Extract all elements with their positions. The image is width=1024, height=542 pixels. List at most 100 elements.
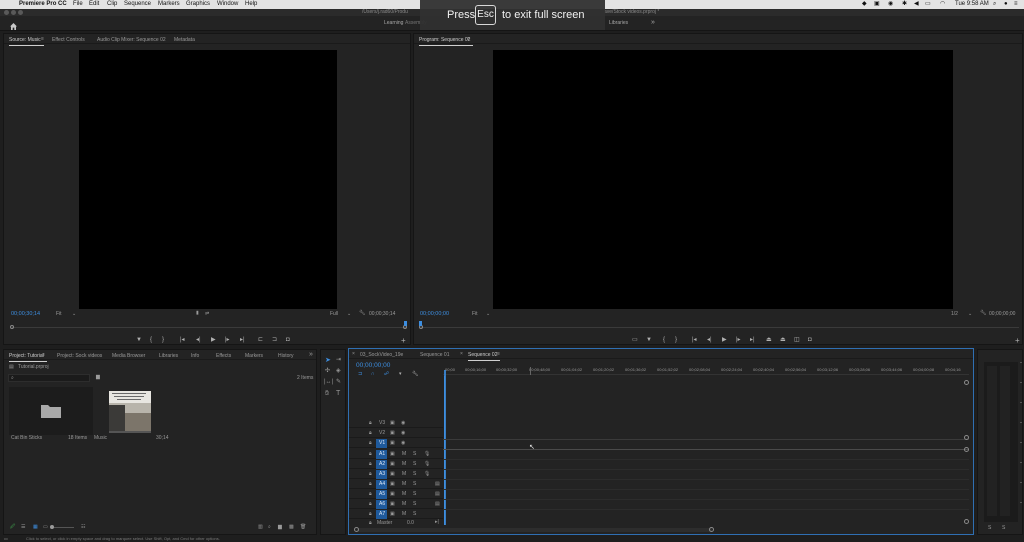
source-fit-select[interactable]: Fit (56, 312, 62, 317)
mute-button[interactable]: M (402, 482, 406, 487)
full-dropdown-icon[interactable]: ⌄ (347, 312, 351, 317)
lock-track-icon[interactable]: 🔒︎ (369, 421, 372, 426)
mute-button[interactable]: M (402, 462, 406, 467)
tab-info[interactable]: Info (191, 353, 199, 359)
tab-libraries[interactable]: Libraries (159, 353, 178, 359)
tab-project-tutorial[interactable]: Project: Tutorial (9, 353, 47, 362)
source-timecode-left[interactable]: 00;00;30;14 (11, 311, 40, 318)
master-volume-value[interactable]: 0.0 (407, 521, 414, 526)
mark-out-icon[interactable]: } (162, 337, 164, 343)
program-play-icon[interactable]: ▶ (722, 337, 727, 343)
tab-effect-controls[interactable]: Effect Controls (52, 37, 85, 43)
toggle-output-icon[interactable]: ◉ (401, 421, 405, 426)
menu-help[interactable]: Help (245, 1, 257, 8)
bin-name[interactable]: Cat Bin Sticks (11, 436, 42, 441)
program-export-frame-icon[interactable]: ◘ (808, 337, 812, 343)
timeline-timecode[interactable]: 00;00;00;00 (356, 362, 390, 370)
track-header-v3[interactable]: 🔒︎ V3 ▣ ◉ (349, 419, 443, 428)
minimize-window-button[interactable] (11, 10, 16, 15)
zoom-dropdown-icon[interactable]: ⌄ (968, 312, 972, 317)
track-header-a2[interactable]: 🔒︎ A2 ▣ M S 🎙︎ (349, 460, 443, 469)
comparison-view-icon[interactable]: ◫ (794, 337, 800, 343)
home-icon[interactable] (9, 18, 18, 30)
lock-track-icon[interactable]: 🔒︎ (369, 472, 372, 477)
new-item-icon[interactable]: ▩ (289, 525, 294, 530)
tab-media-browser[interactable]: Media Browser (112, 353, 145, 359)
solo-right-button[interactable]: S (1002, 526, 1005, 531)
tab-program-sequence-02[interactable]: Program: Sequence 02 (419, 37, 474, 46)
dropbox-icon[interactable]: ◆ (862, 1, 867, 8)
drag-video-icon[interactable]: ⇌ (205, 312, 209, 317)
voiceover-mic-icon[interactable]: 🎙︎ (424, 462, 430, 467)
freeform-view-icon[interactable]: ▭ (43, 525, 48, 530)
razor-tool-icon[interactable]: ◈ (336, 368, 341, 374)
overwrite-icon[interactable]: ⊐ (272, 337, 277, 343)
lock-track-icon[interactable]: 🔒︎ (369, 502, 372, 507)
track-meter-icon[interactable]: ▤ (435, 502, 440, 507)
track-select-tool-icon[interactable]: ⇥ (336, 357, 341, 363)
sync-lock-icon[interactable]: ▣ (390, 431, 395, 436)
program-settings-icon[interactable]: 🔧︎ (980, 311, 986, 316)
tab-sequence-01[interactable]: Sequence 01 (420, 352, 449, 358)
solo-button[interactable]: S (413, 482, 416, 487)
program-tab-menu-icon[interactable]: ≡ (467, 37, 470, 42)
video-scroll-top-handle[interactable] (964, 380, 969, 385)
list-view-icon[interactable]: ☰ (21, 525, 25, 530)
zoom-slider-handle[interactable] (50, 525, 54, 529)
audio-scroll-top-handle[interactable] (964, 447, 969, 452)
track-meter-icon[interactable]: ▤ (435, 492, 440, 497)
program-go-to-in-icon[interactable]: |◂ (692, 337, 697, 343)
sync-lock-icon[interactable]: ▣ (390, 502, 395, 507)
timeline-close-tab-icon[interactable]: × (352, 352, 355, 357)
tab-effects[interactable]: Effects (216, 353, 231, 359)
go-to-out-icon[interactable]: ▸| (240, 337, 245, 343)
creative-cloud-icon[interactable]: ◉ (888, 1, 893, 8)
sequence-02-close-icon[interactable]: × (460, 352, 463, 357)
timeline-tab-menu-icon[interactable]: ≡ (497, 352, 500, 357)
workspace-overflow-icon[interactable]: » (651, 19, 655, 26)
battery-icon[interactable]: ▭ (925, 1, 931, 8)
project-tab-menu-icon[interactable]: ≡ (42, 353, 45, 358)
source-settings-icon[interactable]: 🔧︎ (359, 311, 365, 316)
workspace-libraries[interactable]: Libraries (609, 21, 628, 26)
screen-record-icon[interactable]: ▣ (874, 1, 880, 8)
menu-edit[interactable]: Edit (89, 1, 99, 8)
tab-menu-icon[interactable]: ≡ (41, 37, 44, 42)
sort-icons-icon[interactable]: ☷ (81, 525, 85, 530)
menu-file[interactable]: File (73, 1, 83, 8)
sync-lock-icon[interactable]: ▣ (390, 472, 395, 477)
clip-name[interactable]: Music (94, 436, 107, 441)
slip-tool-icon[interactable]: |↔| (324, 379, 333, 385)
video-scroll-bottom-handle[interactable] (964, 435, 969, 440)
program-video-frame[interactable] (493, 50, 953, 309)
source-scrub-start-handle[interactable] (10, 325, 14, 329)
program-mark-in-icon[interactable]: { (663, 337, 665, 343)
program-scrub-bar[interactable] (421, 327, 1019, 328)
user-icon[interactable]: ● (1004, 1, 1008, 8)
source-scrub-bar[interactable] (12, 327, 406, 328)
lift-icon[interactable]: ⏏ (766, 337, 772, 343)
extract-icon[interactable]: ⏏ (780, 337, 786, 343)
solo-button[interactable]: S (413, 472, 416, 477)
solo-button[interactable]: S (413, 502, 416, 507)
bin-thumbnail[interactable] (9, 387, 93, 435)
new-bin-from-search-icon[interactable]: ▆ (96, 375, 100, 380)
lock-track-icon[interactable]: 🔒︎ (369, 482, 372, 487)
mute-button[interactable]: M (402, 452, 406, 457)
source-playhead[interactable] (404, 321, 407, 326)
program-step-forward-icon[interactable]: |▸ (736, 337, 741, 343)
program-go-to-out-icon[interactable]: ▸| (750, 337, 755, 343)
time-ruler[interactable]: 00;00 00;00;16;00 00;00;32;00 00;00;48;0… (443, 367, 969, 375)
hand-tool-icon[interactable]: ✋︎ (325, 390, 329, 397)
solo-button[interactable]: S (413, 452, 416, 457)
tab-project-sock-videos[interactable]: Project: Sock videos (57, 353, 102, 359)
play-icon[interactable]: ▶ (211, 337, 216, 343)
track-header-a1[interactable]: 🔒︎ A1 ▣ M S 🎙︎ (349, 450, 443, 459)
lock-track-icon[interactable]: 🔒︎ (369, 441, 372, 446)
source-timecode-right[interactable]: 00;00;30;14 (369, 312, 395, 317)
zoom-slider[interactable] (52, 527, 74, 528)
lock-track-icon[interactable]: 🔒︎ (369, 462, 372, 467)
tab-history[interactable]: History (278, 353, 294, 359)
source-trash-icon[interactable]: ▮ (196, 311, 199, 316)
sync-lock-icon[interactable]: ▣ (390, 452, 395, 457)
